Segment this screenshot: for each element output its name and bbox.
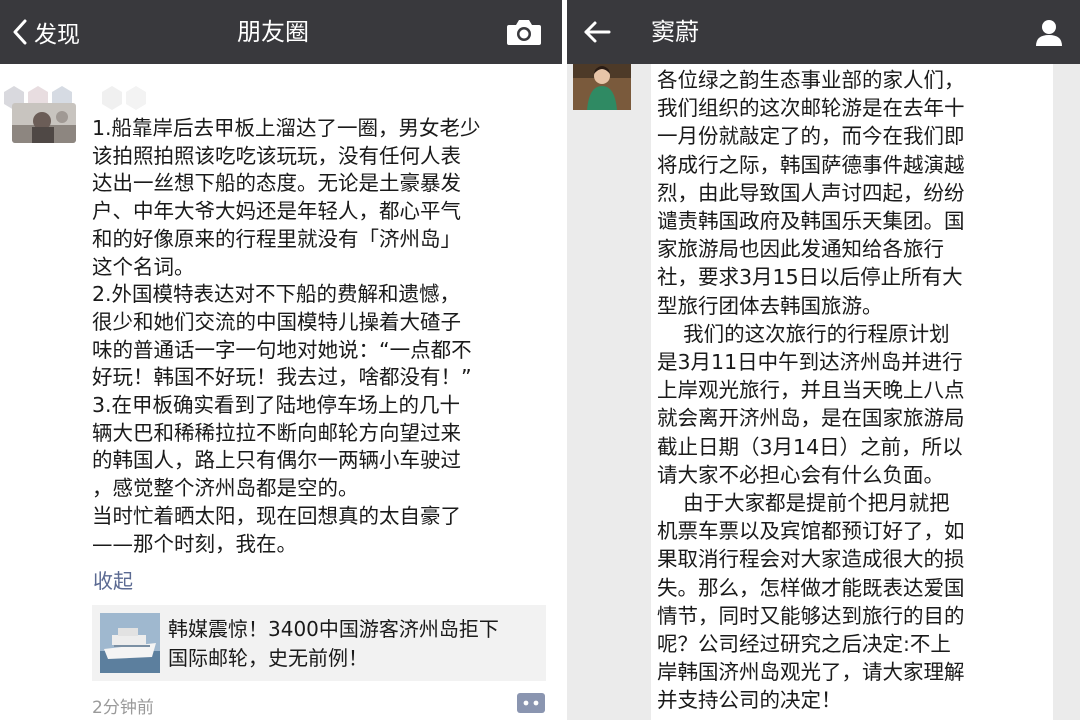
post-line: 味的普通话一字一句地对她说：“一点都不 xyxy=(92,337,472,362)
message-line: 机票车票以及宾馆都预订好了，如 xyxy=(657,519,965,544)
post-line: ——那个时刻，我在。 xyxy=(92,531,297,556)
message-line: 失。那么，怎样做才能既表达爱国 xyxy=(657,575,965,600)
post-text: 1.船靠岸后去甲板上溜达了一圈，男女老少 该拍照拍照该吃吃该玩玩，没有任何人表 … xyxy=(92,115,542,558)
message-line: 型旅行团体去韩国旅游。 xyxy=(657,293,883,318)
post-line: 该拍照拍照该吃吃该玩玩，没有任何人表 xyxy=(92,143,461,168)
message-line: 我们的这次旅行的行程原计划 xyxy=(657,321,950,346)
message-line: 一月份就敲定了的，而今在我们即 xyxy=(657,124,965,149)
post-line: 辆大巴和稀稀拉拉不断向邮轮方向望过来 xyxy=(92,420,461,445)
message-line: 是3月11日中午到达济州岛并进行 xyxy=(657,350,963,375)
back-button-label: 发现 xyxy=(34,22,80,48)
collapse-link[interactable]: 收起 xyxy=(93,565,133,594)
chat-panel: 窦蔚 各位绿之韵生态事业部的家人们， 我们组织的这次邮轮游是在去年十 一月份就敲… xyxy=(567,0,1080,720)
article-thumbnail xyxy=(100,613,160,673)
post-line: 2.外国模特表达对不下船的费解和遗憾， xyxy=(92,282,461,307)
screenshot-composite: 发现 朋友圈 1.船靠岸后去甲板上溜达了一圈，男女老少 该拍照拍照该吃吃该玩玩，… xyxy=(0,0,1080,720)
avatar[interactable] xyxy=(12,103,76,143)
message-line: 烈，由此导致国人声讨四起，纷纷 xyxy=(657,180,965,205)
post-line: 1.船靠岸后去甲板上溜达了一圈，男女老少 xyxy=(92,116,481,140)
chat-title: 窦蔚 xyxy=(651,18,699,46)
avatar-image xyxy=(12,103,76,143)
message-line: 由于大家都是提前个把月就把 xyxy=(657,491,950,516)
back-button[interactable]: 发现 xyxy=(12,0,80,64)
post-line: 达出一丝想下船的态度。无论是土豪暴发 xyxy=(92,171,461,196)
post-line: 的韩国人，路上只有偶尔一两辆小车驶过 xyxy=(92,448,461,473)
message-line: 家旅游局也因此发通知给各旅行 xyxy=(657,237,944,262)
post-line: 好玩！韩国不好玩！我去过，啥都没有！” xyxy=(92,365,472,390)
post-line: 当时忙着晒太阳，现在回想真的太自豪了 xyxy=(92,503,461,528)
message-line: 社，要求3月15日以后停止所有大 xyxy=(657,265,963,290)
sender-avatar[interactable] xyxy=(573,64,631,110)
chevron-left-icon xyxy=(13,19,27,45)
person-icon[interactable] xyxy=(1034,17,1064,47)
article-title: 韩媒震惊！3400中国游客济州岛拒下 国际邮轮，史无前例！ xyxy=(168,615,538,673)
chat-navbar: 窦蔚 xyxy=(567,0,1080,64)
chat-back-button[interactable] xyxy=(583,0,611,64)
cruise-ship-icon xyxy=(100,613,160,673)
message-text: 各位绿之韵生态事业部的家人们， 我们组织的这次邮轮游是在去年十 一月份就敲定了的… xyxy=(657,66,1057,715)
shared-article-card[interactable]: 韩媒震惊！3400中国游客济州岛拒下 国际邮轮，史无前例！ xyxy=(92,605,546,681)
camera-icon[interactable] xyxy=(506,18,542,46)
message-line: 就会离开济州岛，是在国家旅游局 xyxy=(657,406,965,431)
message-line: 呢？公司经过研究之后决定:不上 xyxy=(657,632,951,657)
message-line: 并支持公司的决定！ xyxy=(657,688,842,713)
message-line: 各位绿之韵生态事业部的家人们， xyxy=(657,68,965,92)
arrow-left-icon xyxy=(584,21,611,43)
message-line: 将成行之际，韩国萨德事件越演越 xyxy=(657,152,965,177)
moments-navbar: 发现 朋友圈 xyxy=(0,0,562,64)
message-line: 岸韩国济州岛观光了，请大家理解 xyxy=(657,660,965,685)
page-title: 朋友圈 xyxy=(237,18,309,46)
sender-avatar-image xyxy=(573,64,631,110)
message-line: 谴责韩国政府及韩国乐天集团。国 xyxy=(657,209,965,234)
article-title-line: 韩媒震惊！3400中国游客济州岛拒下 xyxy=(168,617,499,641)
comment-more-icon xyxy=(523,700,539,706)
message-line: 请大家不必担心会有什么负面。 xyxy=(657,462,944,487)
post-line: ，感觉整个济州岛都是空的。 xyxy=(92,476,359,501)
article-title-line: 国际邮轮，史无前例！ xyxy=(168,646,368,670)
post-line: 这个名词。 xyxy=(92,254,195,279)
moments-panel: 发现 朋友圈 1.船靠岸后去甲板上溜达了一圈，男女老少 该拍照拍照该吃吃该玩玩，… xyxy=(0,0,562,720)
post-line: 和的好像原来的行程里就没有「济州岛」 xyxy=(92,226,461,251)
post-timestamp: 2分钟前 xyxy=(92,698,154,718)
message-line: 我们组织的这次邮轮游是在去年十 xyxy=(657,96,965,121)
post-line: 很少和她们交流的中国模特儿操着大碴子 xyxy=(92,309,461,334)
message-line: 情节，同时又能够达到旅行的目的 xyxy=(657,603,965,628)
post-line: 3.在甲板确实看到了陆地停车场上的几十 xyxy=(92,393,461,418)
comment-more-button[interactable] xyxy=(517,693,545,713)
message-line: 上岸观光旅行，并且当天晚上八点 xyxy=(657,378,965,403)
message-line: 截止日期（3月14日）之前，所以 xyxy=(657,434,963,459)
message-line: 果取消行程会对大家造成很大的损 xyxy=(657,547,965,572)
post-line: 户、中年大爷大妈还是年轻人，都心平气 xyxy=(92,199,461,224)
